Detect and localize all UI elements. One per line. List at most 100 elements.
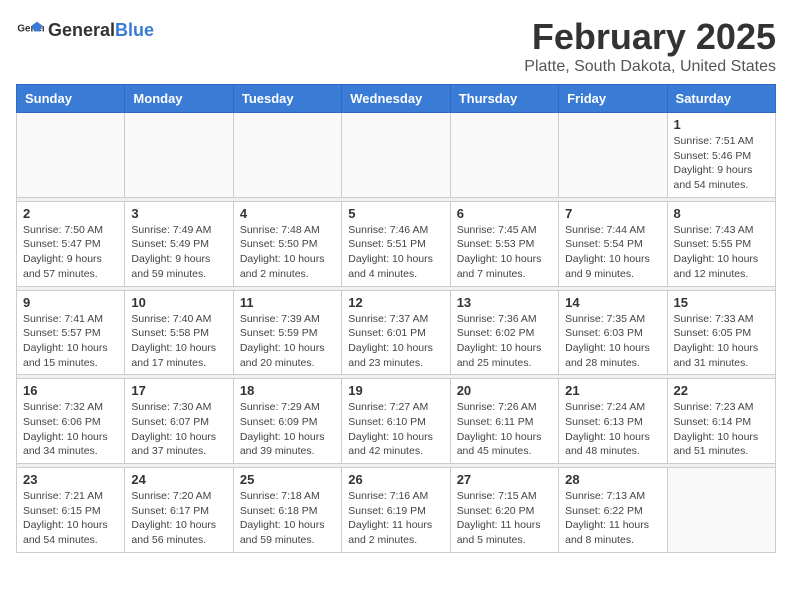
day-info: Sunrise: 7:27 AM Sunset: 6:10 PM Dayligh…	[348, 400, 443, 459]
calendar-cell	[233, 113, 341, 198]
calendar-cell: 24 Sunrise: 7:20 AM Sunset: 6:17 PM Dayli…	[125, 468, 233, 553]
day-info: Sunrise: 7:29 AM Sunset: 6:09 PM Dayligh…	[240, 400, 335, 459]
day-info: Sunrise: 7:13 AM Sunset: 6:22 PM Dayligh…	[565, 489, 660, 548]
day-number: 6	[457, 206, 552, 221]
calendar-cell: 26 Sunrise: 7:16 AM Sunset: 6:19 PM Dayli…	[342, 468, 450, 553]
day-number: 21	[565, 383, 660, 398]
calendar-cell: 6 Sunrise: 7:45 AM Sunset: 5:53 PM Daylig…	[450, 201, 558, 286]
day-info: Sunrise: 7:16 AM Sunset: 6:19 PM Dayligh…	[348, 489, 443, 548]
day-number: 20	[457, 383, 552, 398]
day-number: 14	[565, 295, 660, 310]
calendar-cell: 10 Sunrise: 7:40 AM Sunset: 5:58 PM Dayli…	[125, 290, 233, 375]
calendar-cell: 7Sunrise: 7:44 AM Sunset: 5:54 PM Daylig…	[559, 201, 667, 286]
calendar-cell: 15 Sunrise: 7:33 AM Sunset: 6:05 PM Dayli…	[667, 290, 775, 375]
calendar-header-row: SundayMondayTuesdayWednesdayThursdayFrid…	[17, 85, 776, 113]
day-number: 9	[23, 295, 118, 310]
weekday-header-friday: Friday	[559, 85, 667, 113]
calendar-cell: 27Sunrise: 7:15 AM Sunset: 6:20 PM Dayli…	[450, 468, 558, 553]
day-info: Sunrise: 7:21 AM Sunset: 6:15 PM Dayligh…	[23, 489, 118, 548]
calendar-cell	[17, 113, 125, 198]
location-subtitle: Platte, South Dakota, United States	[524, 58, 776, 76]
calendar-cell: 14Sunrise: 7:35 AM Sunset: 6:03 PM Dayli…	[559, 290, 667, 375]
day-number: 3	[131, 206, 226, 221]
header: General GeneralBlue February 2025 Platte…	[16, 16, 776, 76]
calendar-cell: 3 Sunrise: 7:49 AM Sunset: 5:49 PM Daylig…	[125, 201, 233, 286]
calendar-cell: 4Sunrise: 7:48 AM Sunset: 5:50 PM Daylig…	[233, 201, 341, 286]
day-number: 11	[240, 295, 335, 310]
calendar-cell: 25 Sunrise: 7:18 AM Sunset: 6:18 PM Dayli…	[233, 468, 341, 553]
calendar-cell: 8 Sunrise: 7:43 AM Sunset: 5:55 PM Daylig…	[667, 201, 775, 286]
month-title: February 2025	[524, 16, 776, 58]
day-info: Sunrise: 7:33 AM Sunset: 6:05 PM Dayligh…	[674, 312, 769, 371]
logo-general-text: General	[48, 20, 115, 40]
weekday-header-wednesday: Wednesday	[342, 85, 450, 113]
day-info: Sunrise: 7:23 AM Sunset: 6:14 PM Dayligh…	[674, 400, 769, 459]
day-number: 18	[240, 383, 335, 398]
day-info: Sunrise: 7:18 AM Sunset: 6:18 PM Dayligh…	[240, 489, 335, 548]
day-number: 26	[348, 472, 443, 487]
day-info: Sunrise: 7:32 AM Sunset: 6:06 PM Dayligh…	[23, 400, 118, 459]
day-info: Sunrise: 7:41 AM Sunset: 5:57 PM Dayligh…	[23, 312, 118, 371]
day-number: 4	[240, 206, 335, 221]
day-info: Sunrise: 7:30 AM Sunset: 6:07 PM Dayligh…	[131, 400, 226, 459]
day-info: Sunrise: 7:45 AM Sunset: 5:53 PM Dayligh…	[457, 223, 552, 282]
logo-blue-text: Blue	[115, 20, 154, 40]
weekday-header-tuesday: Tuesday	[233, 85, 341, 113]
day-info: Sunrise: 7:37 AM Sunset: 6:01 PM Dayligh…	[348, 312, 443, 371]
day-number: 15	[674, 295, 769, 310]
weekday-header-saturday: Saturday	[667, 85, 775, 113]
day-number: 27	[457, 472, 552, 487]
calendar-cell: 23 Sunrise: 7:21 AM Sunset: 6:15 PM Dayli…	[17, 468, 125, 553]
day-info: Sunrise: 7:39 AM Sunset: 5:59 PM Dayligh…	[240, 312, 335, 371]
day-info: Sunrise: 7:40 AM Sunset: 5:58 PM Dayligh…	[131, 312, 226, 371]
day-number: 25	[240, 472, 335, 487]
calendar-cell	[450, 113, 558, 198]
title-area: February 2025 Platte, South Dakota, Unit…	[524, 16, 776, 76]
day-info: Sunrise: 7:51 AM Sunset: 5:46 PM Dayligh…	[674, 134, 769, 193]
calendar-cell: 16Sunrise: 7:32 AM Sunset: 6:06 PM Dayli…	[17, 379, 125, 464]
weekday-header-monday: Monday	[125, 85, 233, 113]
day-info: Sunrise: 7:46 AM Sunset: 5:51 PM Dayligh…	[348, 223, 443, 282]
calendar-cell: 2 Sunrise: 7:50 AM Sunset: 5:47 PM Daylig…	[17, 201, 125, 286]
calendar-cell: 11 Sunrise: 7:39 AM Sunset: 5:59 PM Dayli…	[233, 290, 341, 375]
day-number: 24	[131, 472, 226, 487]
weekday-header-sunday: Sunday	[17, 85, 125, 113]
calendar-week-row: 1 Sunrise: 7:51 AM Sunset: 5:46 PM Daylig…	[17, 113, 776, 198]
calendar-cell: 9 Sunrise: 7:41 AM Sunset: 5:57 PM Daylig…	[17, 290, 125, 375]
day-number: 23	[23, 472, 118, 487]
day-info: Sunrise: 7:43 AM Sunset: 5:55 PM Dayligh…	[674, 223, 769, 282]
weekday-header-thursday: Thursday	[450, 85, 558, 113]
day-info: Sunrise: 7:26 AM Sunset: 6:11 PM Dayligh…	[457, 400, 552, 459]
day-info: Sunrise: 7:20 AM Sunset: 6:17 PM Dayligh…	[131, 489, 226, 548]
day-info: Sunrise: 7:24 AM Sunset: 6:13 PM Dayligh…	[565, 400, 660, 459]
calendar-cell: 12 Sunrise: 7:37 AM Sunset: 6:01 PM Dayli…	[342, 290, 450, 375]
day-number: 7	[565, 206, 660, 221]
calendar-cell	[559, 113, 667, 198]
logo: General GeneralBlue	[16, 16, 154, 44]
day-number: 28	[565, 472, 660, 487]
day-info: Sunrise: 7:49 AM Sunset: 5:49 PM Dayligh…	[131, 223, 226, 282]
calendar-week-row: 23 Sunrise: 7:21 AM Sunset: 6:15 PM Dayli…	[17, 468, 776, 553]
day-number: 10	[131, 295, 226, 310]
calendar-cell: 19Sunrise: 7:27 AM Sunset: 6:10 PM Dayli…	[342, 379, 450, 464]
calendar-table: SundayMondayTuesdayWednesdayThursdayFrid…	[16, 84, 776, 553]
day-number: 1	[674, 117, 769, 132]
calendar-cell	[667, 468, 775, 553]
calendar-cell: 5Sunrise: 7:46 AM Sunset: 5:51 PM Daylig…	[342, 201, 450, 286]
day-number: 12	[348, 295, 443, 310]
day-number: 2	[23, 206, 118, 221]
day-info: Sunrise: 7:50 AM Sunset: 5:47 PM Dayligh…	[23, 223, 118, 282]
calendar-cell	[125, 113, 233, 198]
calendar-cell: 17 Sunrise: 7:30 AM Sunset: 6:07 PM Dayli…	[125, 379, 233, 464]
calendar-cell: 20 Sunrise: 7:26 AM Sunset: 6:11 PM Dayli…	[450, 379, 558, 464]
calendar-week-row: 2 Sunrise: 7:50 AM Sunset: 5:47 PM Daylig…	[17, 201, 776, 286]
calendar-cell: 22Sunrise: 7:23 AM Sunset: 6:14 PM Dayli…	[667, 379, 775, 464]
calendar-cell: 28 Sunrise: 7:13 AM Sunset: 6:22 PM Dayli…	[559, 468, 667, 553]
day-number: 13	[457, 295, 552, 310]
calendar-cell: 1 Sunrise: 7:51 AM Sunset: 5:46 PM Daylig…	[667, 113, 775, 198]
day-info: Sunrise: 7:36 AM Sunset: 6:02 PM Dayligh…	[457, 312, 552, 371]
day-number: 17	[131, 383, 226, 398]
day-number: 8	[674, 206, 769, 221]
calendar-week-row: 16Sunrise: 7:32 AM Sunset: 6:06 PM Dayli…	[17, 379, 776, 464]
calendar-week-row: 9 Sunrise: 7:41 AM Sunset: 5:57 PM Daylig…	[17, 290, 776, 375]
